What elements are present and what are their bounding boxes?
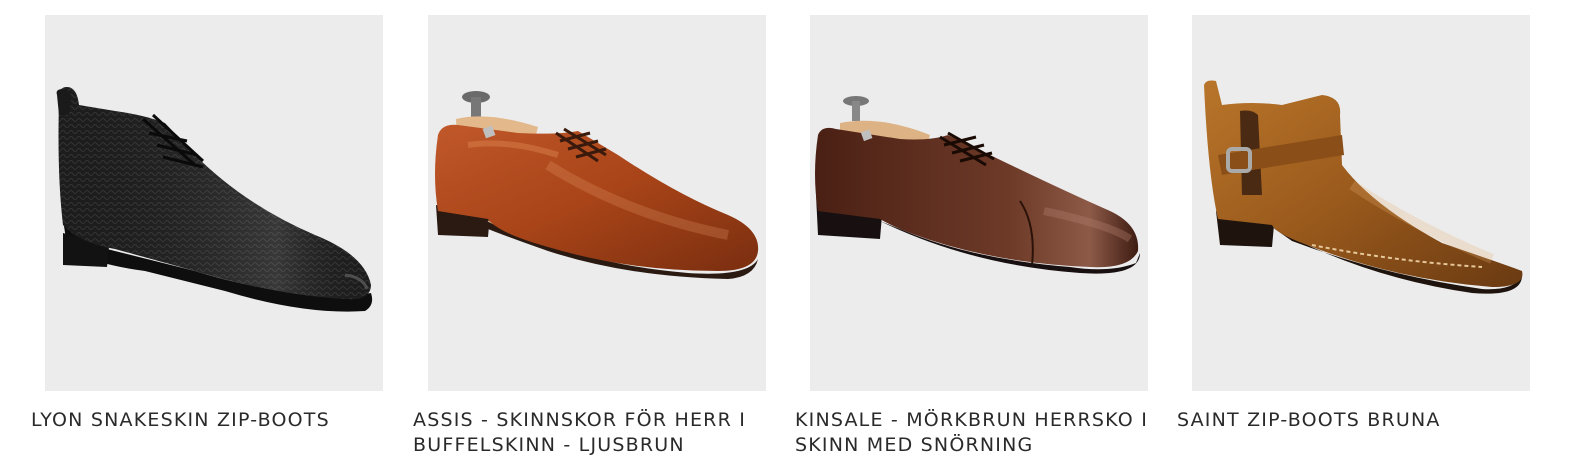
dark-brown-captoe-shoe-image[interactable] [810,15,1148,391]
light-brown-derby-shoe-image[interactable] [428,15,766,391]
product-card[interactable]: SAINT ZIP-BOOTS BRUNA [1177,0,1547,469]
product-card[interactable]: KINSALE - MÖRKBRUN HERRSKO I SKINN MED S… [795,0,1165,469]
black-snakeskin-chukka-boot-image[interactable] [45,15,383,391]
product-card[interactable]: ASSIS - SKINNSKOR FÖR HERR I BUFFELSKINN… [413,0,783,469]
product-title[interactable]: KINSALE - MÖRKBRUN HERRSKO I SKINN MED S… [795,408,1165,458]
product-title[interactable]: SAINT ZIP-BOOTS BRUNA [1177,408,1547,433]
product-title[interactable]: ASSIS - SKINNSKOR FÖR HERR I BUFFELSKINN… [413,408,783,458]
product-grid: LYON SNAKESKIN ZIP-BOOTS ASSIS - SKINNSK… [0,0,1591,469]
tan-buckle-ankle-boot-image[interactable] [1192,15,1530,391]
product-card[interactable]: LYON SNAKESKIN ZIP-BOOTS [31,0,401,469]
product-title[interactable]: LYON SNAKESKIN ZIP-BOOTS [31,408,401,433]
